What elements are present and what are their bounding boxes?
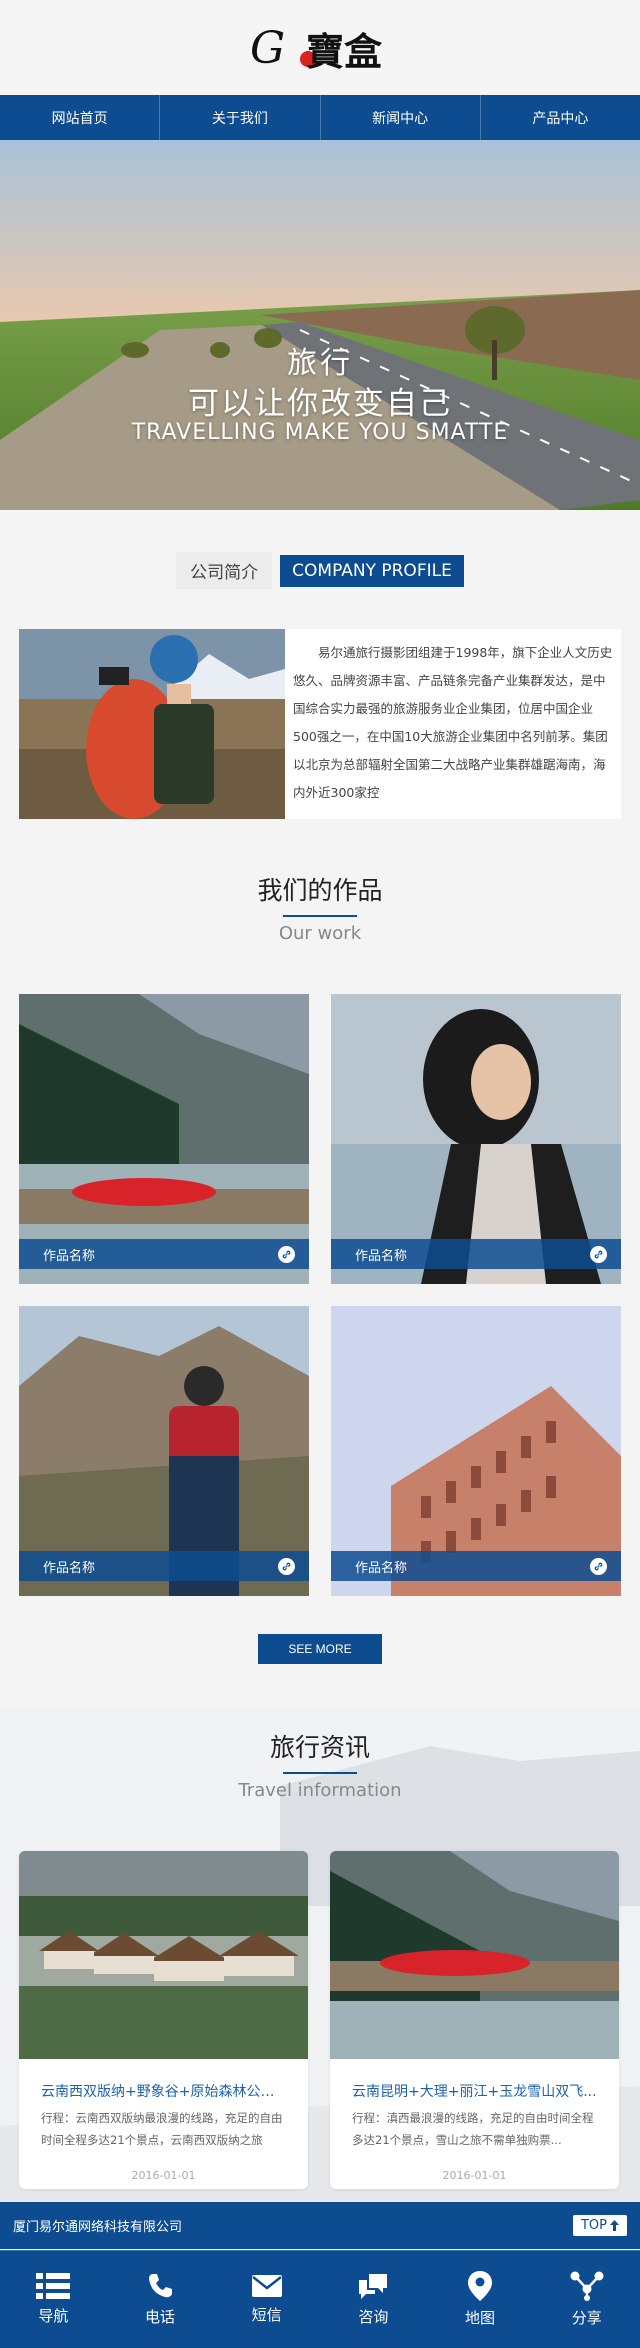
- nav-products[interactable]: 产品中心: [481, 95, 640, 140]
- travel-card-date: 2016-01-01: [131, 2169, 196, 2182]
- profile-title-cn: 公司简介: [176, 552, 273, 589]
- profile-text: 易尔通旅行摄影团组建于1998年，旗下企业人文历史悠久、品牌资源丰富、产品链条完…: [293, 645, 613, 800]
- link-icon[interactable]: [590, 1246, 607, 1263]
- travel-title: 旅行资讯: [269, 1733, 370, 1762]
- bottom-nav-sms[interactable]: 短信: [213, 2251, 320, 2348]
- works-subtitle: Our work: [278, 923, 362, 944]
- travel-card-desc: 行程：滇西最浪漫的线路，充足的自由时间全程多达21个景点，雪山之旅不需单独购票.…: [352, 2111, 594, 2147]
- profile-photo: [19, 629, 285, 819]
- bottom-nav-map[interactable]: 地图: [427, 2251, 534, 2348]
- travel-card-desc: 行程：云南西双版纳最浪漫的线路，充足的自由时间全程多达21个景点，云南西双版纳之…: [41, 2111, 283, 2147]
- bottom-nav-label: 分享: [571, 2309, 602, 2327]
- work-item[interactable]: 作品名称: [331, 1306, 621, 1596]
- nav-home[interactable]: 网站首页: [0, 95, 161, 140]
- main-nav: 网站首页 关于我们 新闻中心 产品中心: [0, 95, 640, 140]
- banner-line-1: 旅行: [287, 346, 353, 381]
- link-icon[interactable]: [278, 1246, 295, 1263]
- banner-line-3: TRAVELLING MAKE YOU SMATTE: [131, 420, 509, 445]
- travel-list: 云南西双版纳+野象谷+原始森林公园... 行程：云南西双版纳最浪漫的线路，充足的…: [19, 1851, 621, 2189]
- travel-card[interactable]: 云南西双版纳+野象谷+原始森林公园... 行程：云南西双版纳最浪漫的线路，充足的…: [19, 1851, 308, 2189]
- bottom-nav-share[interactable]: 分享: [533, 2251, 640, 2348]
- works-heading: 我们的作品 Our work: [0, 871, 640, 944]
- svg-text:寶盒: 寶盒: [306, 29, 383, 74]
- travel-card-date: 2016-01-01: [442, 2169, 507, 2182]
- bottom-nav-label: 电话: [145, 2308, 176, 2326]
- arrow-up-icon: [610, 2220, 619, 2231]
- bottom-nav-label: 短信: [251, 2306, 282, 2324]
- site-header: G 寶盒: [0, 0, 640, 95]
- works-title: 我们的作品: [257, 876, 383, 905]
- site-footer: 厦门易尔通网络科技有限公司 TOP: [0, 2202, 640, 2249]
- site-logo[interactable]: G 寶盒: [250, 17, 390, 79]
- work-item[interactable]: 作品名称: [19, 994, 309, 1284]
- travel-subtitle: Travel information: [238, 1780, 402, 1801]
- top-label: TOP: [580, 2218, 607, 2233]
- map-pin-icon: [468, 2271, 493, 2301]
- travel-underline: [283, 1772, 357, 1774]
- link-icon[interactable]: [278, 1558, 295, 1575]
- travel-heading: 旅行资讯 Travel information: [0, 1706, 640, 1801]
- travel-card-image: [330, 1851, 619, 2059]
- logo-image: G 寶盒: [250, 23, 383, 74]
- work-caption: 作品名称: [19, 1239, 309, 1269]
- travel-card-title[interactable]: 云南西双版纳+野象谷+原始森林公园...: [19, 2063, 308, 2101]
- work-caption: 作品名称: [19, 1551, 309, 1581]
- work-caption-text: 作品名称: [355, 1248, 408, 1264]
- bottom-nav-consult[interactable]: 咨询: [320, 2251, 427, 2348]
- work-caption-text: 作品名称: [355, 1560, 408, 1576]
- work-item[interactable]: 作品名称: [331, 994, 621, 1284]
- bottom-toolbar: 导航 电话 短信 咨询 地图 分享: [0, 2250, 640, 2348]
- travel-card[interactable]: 云南昆明+大理+丽江+玉龙雪山双飞... 行程：滇西最浪漫的线路，充足的自由时间…: [330, 1851, 619, 2189]
- work-caption-text: 作品名称: [43, 1560, 96, 1576]
- banner-image: [0, 140, 640, 510]
- travel-card-image: [19, 1851, 308, 2059]
- banner-line-2: 可以让你改变自己: [188, 386, 452, 422]
- back-to-top-button[interactable]: TOP: [572, 2215, 627, 2236]
- travel-section: 旅行资讯 Travel information 云南西双版纳+野象谷+原始森林公…: [0, 1706, 640, 2226]
- share-icon: [570, 2271, 604, 2301]
- nav-news[interactable]: 新闻中心: [321, 95, 481, 140]
- bottom-nav-menu[interactable]: 导航: [0, 2251, 107, 2348]
- svg-text:G: G: [250, 23, 285, 74]
- see-more-button[interactable]: SEE MORE: [258, 1634, 382, 1664]
- bottom-nav-phone[interactable]: 电话: [107, 2251, 214, 2348]
- nav-about[interactable]: 关于我们: [160, 95, 321, 140]
- work-caption: 作品名称: [331, 1551, 621, 1581]
- work-item[interactable]: 作品名称: [19, 1306, 309, 1596]
- menu-icon: [36, 2273, 71, 2299]
- bottom-nav-label: 地图: [465, 2309, 496, 2327]
- profile-card: 易尔通旅行摄影团组建于1998年，旗下企业人文历史悠久、品牌资源丰富、产品链条完…: [19, 629, 621, 819]
- profile-heading: 公司简介 COMPANY PROFILE: [0, 552, 640, 589]
- link-icon[interactable]: [590, 1558, 607, 1575]
- travel-card-title[interactable]: 云南昆明+大理+丽江+玉龙雪山双飞...: [330, 2063, 619, 2101]
- works-underline: [283, 915, 357, 917]
- hero-banner: 旅行 可以让你改变自己 TRAVELLING MAKE YOU SMATTE: [0, 140, 640, 510]
- work-caption: 作品名称: [331, 1239, 621, 1269]
- profile-title-en: COMPANY PROFILE: [280, 554, 464, 587]
- works-grid: 作品名称 作品名称 作品名称 作品名称: [19, 994, 621, 1596]
- bottom-nav-label: 咨询: [358, 2308, 389, 2326]
- mail-icon: [251, 2275, 282, 2297]
- bottom-nav-label: 导航: [38, 2307, 69, 2325]
- work-caption-text: 作品名称: [43, 1248, 96, 1264]
- company-name: 厦门易尔通网络科技有限公司: [13, 2220, 183, 2235]
- chat-icon: [359, 2274, 388, 2299]
- phone-icon: [149, 2274, 172, 2298]
